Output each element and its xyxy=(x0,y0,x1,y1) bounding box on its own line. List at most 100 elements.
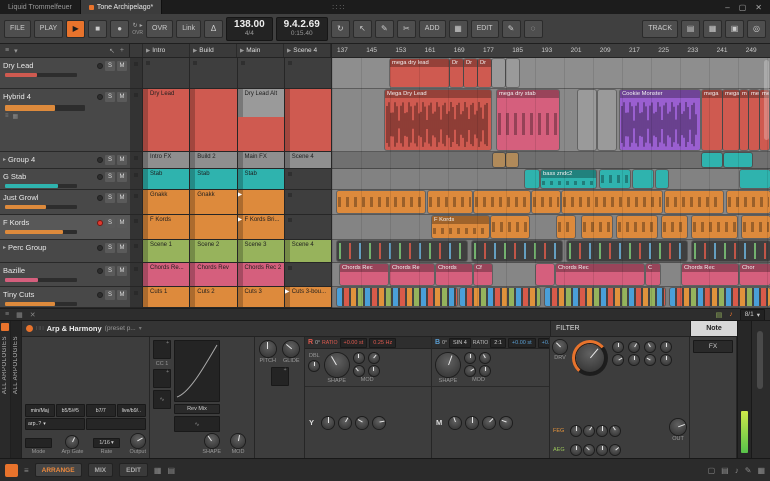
overdub-button[interactable]: OVR xyxy=(146,20,173,38)
clip-cell[interactable]: Gnakk xyxy=(143,190,190,214)
track-row[interactable]: ▸Group 4SM xyxy=(0,152,130,169)
clip-cell[interactable]: Build 2 xyxy=(190,152,237,168)
arranger-clip[interactable] xyxy=(562,191,662,213)
chord-button-4[interactable]: live/b9/.. xyxy=(117,404,147,417)
arranger-clip[interactable]: Chords Rec xyxy=(682,264,738,285)
osc-b-mode-select[interactable]: RATIO xyxy=(473,340,488,346)
play-menu-button[interactable]: PLAY xyxy=(34,20,63,38)
clip-cell[interactable]: ▶ xyxy=(238,190,285,214)
clip-cell[interactable]: Dry Lead xyxy=(143,89,190,151)
feg-knob-3[interactable] xyxy=(597,426,607,436)
clip-cell[interactable]: Cuts 3 xyxy=(238,287,285,307)
tempo-display[interactable]: 138.00 4/4 xyxy=(226,17,273,41)
volume-fader[interactable] xyxy=(5,105,85,111)
clip-stop-button[interactable] xyxy=(130,152,143,168)
clip-cell[interactable] xyxy=(285,58,332,88)
grid-resolution-select[interactable]: 8/1 ▾ xyxy=(740,309,765,321)
arranger-clip[interactable]: F Kords xyxy=(432,216,489,238)
clip-cell[interactable] xyxy=(238,58,285,88)
add-icon[interactable]: + xyxy=(120,47,124,54)
mute-button[interactable]: M xyxy=(117,92,127,102)
keyboard-icon[interactable]: ▤ xyxy=(716,311,723,319)
project-tab-1[interactable]: Liquid Trommelfeuer xyxy=(0,0,81,14)
record-arm-button[interactable] xyxy=(97,220,103,226)
arranger-clip[interactable] xyxy=(582,216,612,238)
feg-knob-4[interactable] xyxy=(610,426,620,436)
clip-cell[interactable]: Stab xyxy=(143,169,190,189)
arranger-clip[interactable] xyxy=(493,153,505,167)
clip-cell[interactable] xyxy=(285,89,332,151)
y-knob-2[interactable] xyxy=(339,417,351,429)
group-expand-icon[interactable]: ▸ xyxy=(3,244,6,251)
edit-view-button[interactable]: EDIT xyxy=(119,463,148,477)
arranger-clip[interactable] xyxy=(598,90,616,150)
clip-cell[interactable]: Stab xyxy=(238,169,285,189)
osc-b-ratio[interactable]: 2:1 xyxy=(490,338,506,348)
arranger-clip[interactable] xyxy=(724,153,752,167)
track-row[interactable]: F KordsSM xyxy=(0,215,130,240)
osc-r-frequency[interactable]: 0.25 Hz xyxy=(369,338,396,348)
device-preset-select[interactable]: (preset p... xyxy=(105,325,136,332)
arranger-clip[interactable] xyxy=(545,288,665,306)
osc-b-frequency[interactable]: +0.06 Hz xyxy=(538,338,549,348)
vertical-scrollbar[interactable] xyxy=(757,331,763,389)
osc-r-mod-knob-4[interactable] xyxy=(369,366,379,376)
osc-b-mod-knob-4[interactable] xyxy=(480,366,490,376)
mixer-panel-icon[interactable]: ▦ xyxy=(757,466,765,475)
scene-play-icon[interactable]: ▶ xyxy=(287,48,291,54)
arranger-clip[interactable] xyxy=(337,288,457,306)
arranger-track-lane[interactable]: Mega Dry Leadmega dry stabCookie Monster… xyxy=(332,89,770,152)
play-button[interactable]: ▶ xyxy=(66,20,85,38)
arranger-track-lane[interactable] xyxy=(332,287,770,308)
layout-piano-icon[interactable]: ▤ xyxy=(167,466,175,475)
piano-roll-icon[interactable]: ▤ xyxy=(681,20,700,38)
clip-cell[interactable] xyxy=(285,169,332,189)
arranger-clip[interactable] xyxy=(532,191,560,213)
filter-knob-4[interactable] xyxy=(661,342,671,352)
loop-icon[interactable]: ↻ xyxy=(133,22,138,29)
aeg-knob-1[interactable] xyxy=(571,445,581,455)
settings-gear-icon[interactable]: ◎ xyxy=(747,20,766,38)
arranger-clip[interactable] xyxy=(460,288,540,306)
device-power-button[interactable] xyxy=(26,325,33,332)
clip-cell[interactable]: ▶Cuts 3-bou... xyxy=(285,287,332,307)
arranger-clip[interactable] xyxy=(567,241,687,261)
fx-tab[interactable]: FX xyxy=(693,340,733,353)
arrange-view-button[interactable]: ARRANGE xyxy=(35,463,82,477)
y-knob-3[interactable] xyxy=(356,417,368,429)
feg-knob-1[interactable] xyxy=(571,426,581,436)
record-arm-button[interactable] xyxy=(97,245,103,251)
arranger-clip[interactable] xyxy=(633,170,653,188)
arranger-clip[interactable] xyxy=(506,59,519,87)
arranger-clip[interactable]: Dr xyxy=(450,59,463,87)
arranger-clip[interactable]: Mega Dry Lead xyxy=(385,90,491,150)
arranger-clip[interactable]: m xyxy=(740,90,748,150)
osc-b-mod-knob-1[interactable] xyxy=(465,353,475,363)
rate-select[interactable]: 1/16▾ xyxy=(93,438,120,448)
scene-play-icon[interactable]: ▶ xyxy=(146,48,150,54)
mute-button[interactable]: M xyxy=(117,266,127,276)
chord-button-2[interactable]: b5/5/#5 xyxy=(56,404,86,417)
arranger-track-lane[interactable]: mega dry leadDrDrDr xyxy=(332,58,770,89)
arranger-track-lane[interactable] xyxy=(332,240,770,263)
shape-knob[interactable] xyxy=(205,434,219,448)
clip-cell[interactable] xyxy=(143,58,190,88)
m-knob-3[interactable] xyxy=(483,417,495,429)
clip-stop-button[interactable] xyxy=(130,89,143,151)
solo-button[interactable]: S xyxy=(105,193,115,203)
clip-cell[interactable]: Chords Rev xyxy=(190,263,237,286)
mute-button[interactable]: M xyxy=(117,243,127,253)
clip-cell[interactable]: Cuts 2 xyxy=(190,287,237,307)
note-icon[interactable]: ♪ xyxy=(729,311,733,318)
curve-display-2[interactable]: ∿ xyxy=(174,416,220,432)
clip-stop-button[interactable] xyxy=(130,169,143,189)
browser-panel-icon[interactable]: ▢ xyxy=(708,466,716,475)
drive-knob[interactable] xyxy=(553,340,567,354)
mute-button[interactable]: M xyxy=(117,61,127,71)
clip-cell[interactable] xyxy=(190,89,237,151)
record-arm-button[interactable] xyxy=(97,292,103,298)
aeg-knob-4[interactable] xyxy=(610,445,620,455)
arranger-track-lane[interactable]: bass zndc2 xyxy=(332,169,770,190)
osc-b-phase[interactable]: 0° xyxy=(442,340,447,346)
osc-b-detune[interactable]: +0.00 st xyxy=(508,338,536,348)
